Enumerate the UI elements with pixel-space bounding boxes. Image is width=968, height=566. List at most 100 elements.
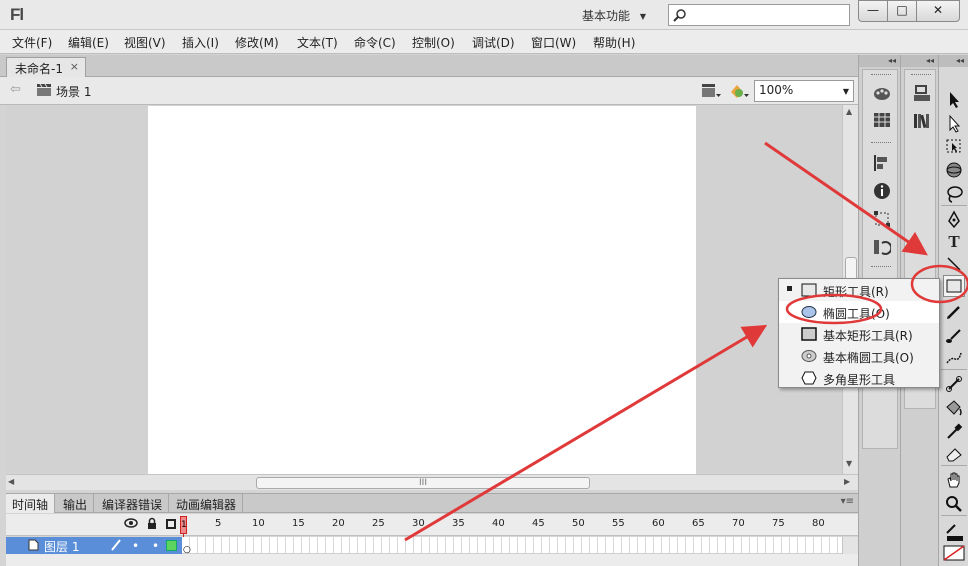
scroll-left-icon[interactable]: ◀ <box>8 477 14 486</box>
workspace-label: 基本功能 <box>582 9 631 23</box>
panel-menu-icon[interactable]: ▾≡ <box>841 496 854 507</box>
rectangle-tool-button[interactable] <box>943 275 965 297</box>
scroll-down-icon[interactable]: ▼ <box>846 459 852 468</box>
menu-item-primitive-oval[interactable]: 基本椭圆工具(O) <box>779 345 939 367</box>
layer-color-swatch[interactable] <box>166 540 177 551</box>
minimize-button[interactable]: — <box>858 0 888 22</box>
workspace-switcher[interactable]: 基本功能 ▼ <box>572 4 656 26</box>
close-button[interactable]: ✕ <box>916 0 960 22</box>
polystar-icon <box>801 371 817 385</box>
line-icon[interactable] <box>943 253 965 275</box>
collapse-arrows-icon[interactable]: ◂◂ <box>859 55 900 67</box>
panel-grip[interactable] <box>911 74 931 77</box>
free-transform-icon[interactable] <box>943 135 965 157</box>
transform-panel-icon[interactable] <box>873 210 891 228</box>
eraser-icon[interactable] <box>943 443 965 465</box>
frame-ruler[interactable]: 5 10 15 20 25 30 35 40 45 50 55 60 65 70… <box>188 514 848 536</box>
tab-compiler-errors[interactable]: 编译器错误 <box>96 494 170 513</box>
maximize-button[interactable]: □ <box>887 0 917 22</box>
back-arrow-icon[interactable]: ⇦ <box>10 82 21 97</box>
menu-control[interactable]: 控制(O) <box>412 34 455 51</box>
eyedropper-icon[interactable] <box>943 421 965 443</box>
menu-commands[interactable]: 命令(C) <box>354 34 396 51</box>
visibility-dot[interactable]: • <box>132 539 139 553</box>
lasso-icon[interactable] <box>943 183 965 205</box>
tools-panel: ◂◂ T <box>938 55 968 566</box>
paint-bucket-icon[interactable] <box>943 397 965 419</box>
oval-icon <box>801 306 817 318</box>
hand-icon[interactable] <box>943 469 965 491</box>
swatches-panel-icon[interactable] <box>873 112 891 128</box>
lock-icon[interactable] <box>146 517 158 530</box>
library-panel-icon[interactable] <box>913 112 931 130</box>
selection-icon[interactable] <box>943 89 965 111</box>
menu-text[interactable]: 文本(T) <box>297 34 338 51</box>
panel-icon-column <box>862 69 898 449</box>
tab-timeline[interactable]: 时间轴 <box>6 494 56 513</box>
menu-file[interactable]: 文件(F) <box>12 34 52 51</box>
text-icon[interactable]: T <box>943 231 965 253</box>
zoom-select[interactable]: 100% ▼ <box>754 80 854 102</box>
edit-symbols-icon[interactable] <box>728 82 750 100</box>
frame-number: 55 <box>612 518 625 529</box>
close-tab-icon[interactable]: × <box>70 60 79 73</box>
search-input[interactable] <box>668 4 850 26</box>
playhead[interactable]: 1 <box>180 516 187 534</box>
menu-view[interactable]: 视图(V) <box>124 34 166 51</box>
menu-insert[interactable]: 插入(I) <box>182 34 219 51</box>
history-panel-icon[interactable] <box>873 238 891 256</box>
horizontal-scrollbar[interactable]: ◀ III ▶ <box>6 474 858 490</box>
pencil-icon[interactable] <box>943 301 965 323</box>
menu-item-rectangle[interactable]: 矩形工具(R) <box>779 279 939 301</box>
fill-color-icon[interactable] <box>943 541 965 563</box>
deco-icon[interactable] <box>943 347 965 369</box>
document-tab[interactable]: 未命名-1 × <box>6 57 86 77</box>
scroll-thumb[interactable]: III <box>256 477 590 489</box>
toolbar-divider <box>941 205 967 206</box>
menu-item-primitive-rectangle[interactable]: 基本矩形工具(R) <box>779 323 939 345</box>
menu-debug[interactable]: 调试(D) <box>472 34 515 51</box>
outline-icon[interactable] <box>166 519 176 529</box>
panel-grip[interactable] <box>871 74 891 77</box>
frame-number: 65 <box>692 518 705 529</box>
edit-bar: ⇦ 场景 1 100% ▼ <box>0 77 858 105</box>
primitive-rectangle-icon <box>801 327 817 341</box>
frame-number: 30 <box>412 518 425 529</box>
edit-scene-icon[interactable] <box>700 82 722 100</box>
shape-tools-flyout: 矩形工具(R) 椭圆工具(O) 基本矩形工具(R) 基本椭圆工具(O) 多角星形… <box>778 278 940 388</box>
frame-strip[interactable]: ○ <box>182 537 842 555</box>
layer-row[interactable]: 图层 1 • • <box>6 537 182 554</box>
align-panel-icon[interactable] <box>873 154 891 172</box>
scroll-up-icon[interactable]: ▲ <box>846 107 852 116</box>
toolbar-divider <box>941 465 967 466</box>
tab-motion-editor[interactable]: 动画编辑器 <box>170 494 244 513</box>
pen-icon[interactable] <box>943 209 965 231</box>
menu-help[interactable]: 帮助(H) <box>593 34 635 51</box>
menu-window[interactable]: 窗口(W) <box>531 34 576 51</box>
zoom-icon[interactable] <box>943 493 965 515</box>
panel-grip[interactable] <box>871 142 891 145</box>
menu-edit[interactable]: 编辑(E) <box>68 34 109 51</box>
tab-output[interactable]: 输出 <box>57 494 95 513</box>
brush-icon[interactable] <box>943 325 965 347</box>
collapse-arrows-icon[interactable]: ◂◂ <box>901 55 938 67</box>
color-panel-icon[interactable] <box>873 84 891 102</box>
subselection-icon[interactable] <box>943 113 965 135</box>
layer-name[interactable]: 图层 1 <box>44 538 79 555</box>
collapse-arrows-icon[interactable]: ◂◂ <box>939 55 968 67</box>
scene-label: 场景 1 <box>56 85 92 99</box>
eye-icon[interactable] <box>124 517 138 529</box>
panel-grip[interactable] <box>871 266 891 269</box>
menu-item-polystar[interactable]: 多角星形工具 <box>779 367 939 389</box>
bone-icon[interactable] <box>943 373 965 395</box>
info-icon[interactable] <box>873 182 891 200</box>
menu-item-label: 基本矩形工具(R) <box>823 329 913 343</box>
properties-panel-icon[interactable] <box>913 84 931 102</box>
stroke-color-icon[interactable] <box>943 521 965 543</box>
3d-rotation-icon[interactable] <box>943 159 965 181</box>
stage-canvas[interactable] <box>148 106 696 474</box>
menu-item-oval[interactable]: 椭圆工具(O) <box>779 301 939 323</box>
menu-modify[interactable]: 修改(M) <box>235 34 279 51</box>
scroll-right-icon[interactable]: ▶ <box>844 477 850 486</box>
lock-dot[interactable]: • <box>152 539 159 553</box>
